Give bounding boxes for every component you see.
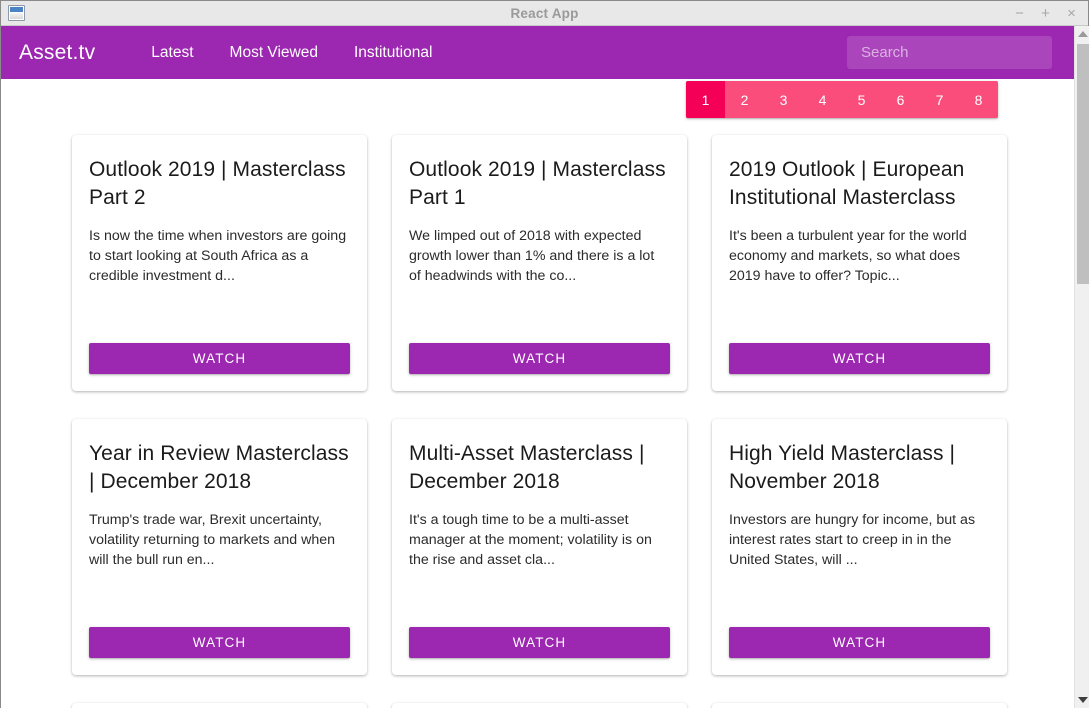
window-title: React App xyxy=(510,5,579,21)
page-button-6[interactable]: 6 xyxy=(881,81,920,118)
page-button-5[interactable]: 5 xyxy=(842,81,881,118)
watch-button[interactable]: WATCH xyxy=(729,343,990,374)
window-controls: − + × xyxy=(1013,6,1088,21)
card-title: Year in Review Masterclass | December 20… xyxy=(89,442,349,493)
watch-button[interactable]: WATCH xyxy=(409,343,670,374)
video-card[interactable]: Year in Review Masterclass | December 20… xyxy=(72,419,367,675)
watch-button[interactable]: WATCH xyxy=(409,627,670,658)
video-card[interactable]: WATCH xyxy=(72,703,367,708)
card-description: Investors are hungry for income, but as … xyxy=(729,512,976,568)
browser-viewport: Asset.tv Latest Most Viewed Institutiona… xyxy=(1,26,1089,708)
page-button-8[interactable]: 8 xyxy=(959,81,998,118)
scroll-down-arrow-icon[interactable] xyxy=(1075,692,1089,708)
card-title: Outlook 2019 | Masterclass Part 1 xyxy=(409,158,666,209)
brand-logo[interactable]: Asset.tv xyxy=(19,41,95,65)
watch-button[interactable]: WATCH xyxy=(89,343,350,374)
video-card[interactable]: WATCH xyxy=(392,703,687,708)
nav-item-most-viewed[interactable]: Most Viewed xyxy=(212,44,336,62)
page-button-3[interactable]: 3 xyxy=(764,81,803,118)
page-content: Asset.tv Latest Most Viewed Institutiona… xyxy=(1,26,1074,708)
window-titlebar: React App − + × xyxy=(1,1,1088,26)
card-description: Trump's trade war, Brexit uncertainty, v… xyxy=(89,512,336,568)
card-description: It's been a turbulent year for the world… xyxy=(729,228,967,284)
main-nav: Latest Most Viewed Institutional xyxy=(133,44,450,62)
card-title: High Yield Masterclass | November 2018 xyxy=(729,442,956,493)
app-window: React App − + × Asset.tv Latest Most Vie… xyxy=(0,0,1089,708)
video-card[interactable]: Outlook 2019 | Masterclass Part 2 Is now… xyxy=(72,135,367,391)
window-icon xyxy=(8,5,25,21)
nav-item-institutional[interactable]: Institutional xyxy=(336,44,450,62)
close-button[interactable]: × xyxy=(1065,6,1078,21)
search-container xyxy=(847,36,1052,69)
nav-item-latest[interactable]: Latest xyxy=(133,44,211,62)
pagination-row: 1 2 3 4 5 6 7 8 xyxy=(1,79,1074,118)
card-description: Is now the time when investors are going… xyxy=(89,228,347,284)
card-description: We limped out of 2018 with expected grow… xyxy=(409,228,655,284)
video-card[interactable]: Outlook 2019 | Masterclass Part 1 We lim… xyxy=(392,135,687,391)
video-card[interactable]: 2019 Outlook | European Institutional Ma… xyxy=(712,135,1007,391)
pagination: 1 2 3 4 5 6 7 8 xyxy=(686,81,998,118)
card-description: It's a tough time to be a multi-asset ma… xyxy=(409,512,652,568)
watch-button[interactable]: WATCH xyxy=(729,627,990,658)
video-card-grid: Outlook 2019 | Masterclass Part 2 Is now… xyxy=(1,116,1074,708)
card-title: 2019 Outlook | European Institutional Ma… xyxy=(729,158,965,209)
page-button-1[interactable]: 1 xyxy=(686,81,725,118)
scrollbar-thumb[interactable] xyxy=(1077,44,1089,284)
card-title: Multi-Asset Masterclass | December 2018 xyxy=(409,442,645,493)
video-card[interactable]: Multi-Asset Masterclass | December 2018 … xyxy=(392,419,687,675)
scroll-up-arrow-icon[interactable] xyxy=(1075,26,1089,42)
card-title: Outlook 2019 | Masterclass Part 2 xyxy=(89,158,346,209)
app-header: Asset.tv Latest Most Viewed Institutiona… xyxy=(1,26,1074,79)
video-card[interactable]: High Yield Masterclass | November 2018 I… xyxy=(712,419,1007,675)
watch-button[interactable]: WATCH xyxy=(89,627,350,658)
video-card[interactable]: WATCH xyxy=(712,703,1007,708)
page-button-7[interactable]: 7 xyxy=(920,81,959,118)
maximize-button[interactable]: + xyxy=(1039,6,1052,21)
search-input[interactable] xyxy=(847,36,1052,69)
minimize-button[interactable]: − xyxy=(1013,6,1026,21)
page-button-4[interactable]: 4 xyxy=(803,81,842,118)
vertical-scrollbar[interactable] xyxy=(1074,26,1089,708)
page-button-2[interactable]: 2 xyxy=(725,81,764,118)
